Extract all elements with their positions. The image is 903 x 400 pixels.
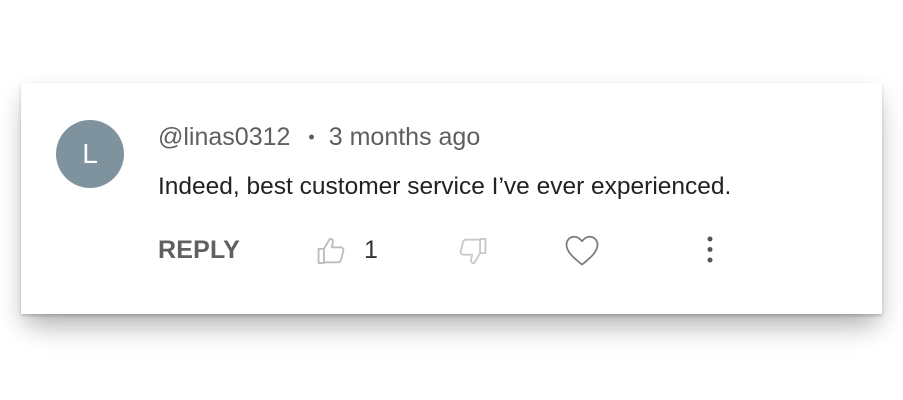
comment-card: L @linas0312 • 3 months ago Indeed, best…: [21, 83, 882, 314]
meta-separator: •: [308, 127, 315, 147]
dislike-button[interactable]: [455, 234, 489, 268]
like-button[interactable]: [315, 234, 349, 268]
comment-text: Indeed, best customer service I’ve ever …: [158, 173, 732, 200]
comment-timestamp[interactable]: 3 months ago: [329, 123, 481, 152]
page: L @linas0312 • 3 months ago Indeed, best…: [0, 0, 903, 400]
comment-header: @linas0312 • 3 months ago: [158, 122, 480, 152]
more-vertical-icon: [698, 234, 722, 268]
more-options-button[interactable]: [698, 234, 722, 268]
comment-actions: REPLY 1: [158, 232, 858, 268]
avatar[interactable]: L: [56, 120, 124, 188]
thumbs-up-icon: [315, 234, 349, 268]
heart-button[interactable]: [563, 232, 601, 268]
heart-icon: [563, 232, 601, 268]
author-handle[interactable]: @linas0312: [158, 123, 290, 152]
like-count: 1: [364, 236, 378, 264]
thumbs-down-icon: [455, 234, 489, 268]
reply-button[interactable]: REPLY: [158, 232, 240, 268]
